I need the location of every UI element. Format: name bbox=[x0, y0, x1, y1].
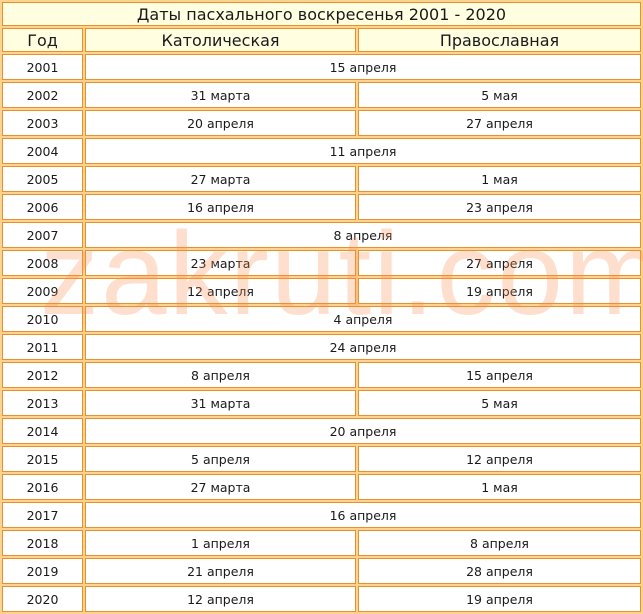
year-cell: 2006 bbox=[2, 194, 83, 220]
orthodox-date-cell: 5 мая bbox=[358, 82, 641, 108]
orthodox-date-cell: 27 апреля bbox=[358, 250, 641, 276]
catholic-date-cell: 20 апреля bbox=[85, 110, 356, 136]
orthodox-date-cell: 15 апреля bbox=[358, 362, 641, 388]
common-date-cell: 20 апреля bbox=[85, 418, 641, 444]
catholic-date-cell: 23 марта bbox=[85, 250, 356, 276]
catholic-date-cell: 27 марта bbox=[85, 166, 356, 192]
orthodox-date-cell: 19 апреля bbox=[358, 278, 641, 304]
table-row: 2001 15 апреля bbox=[2, 54, 641, 80]
table-row: 2014 20 апреля bbox=[2, 418, 641, 444]
header-orthodox: Православная bbox=[358, 28, 641, 52]
table-row: 2006 16 апреля 23 апреля bbox=[2, 194, 641, 220]
catholic-date-cell: 12 апреля bbox=[85, 586, 356, 612]
title-row: Даты пасхального воскресенья 2001 - 2020 bbox=[2, 2, 641, 26]
table-title: Даты пасхального воскресенья 2001 - 2020 bbox=[2, 2, 641, 26]
year-cell: 2018 bbox=[2, 530, 83, 556]
orthodox-date-cell: 8 апреля bbox=[358, 530, 641, 556]
catholic-date-cell: 16 апреля bbox=[85, 194, 356, 220]
year-cell: 2012 bbox=[2, 362, 83, 388]
table-row: 2007 8 апреля bbox=[2, 222, 641, 248]
year-cell: 2013 bbox=[2, 390, 83, 416]
catholic-date-cell: 1 апреля bbox=[85, 530, 356, 556]
year-cell: 2002 bbox=[2, 82, 83, 108]
table-row: 2002 31 марта 5 мая bbox=[2, 82, 641, 108]
table-row: 2018 1 апреля 8 апреля bbox=[2, 530, 641, 556]
orthodox-date-cell: 12 апреля bbox=[358, 446, 641, 472]
year-cell: 2001 bbox=[2, 54, 83, 80]
table-row: 2013 31 марта 5 мая bbox=[2, 390, 641, 416]
year-cell: 2009 bbox=[2, 278, 83, 304]
header-year: Год bbox=[2, 28, 83, 52]
table-row: 2003 20 апреля 27 апреля bbox=[2, 110, 641, 136]
year-cell: 2005 bbox=[2, 166, 83, 192]
orthodox-date-cell: 19 апреля bbox=[358, 586, 641, 612]
table-row: 2009 12 апреля 19 апреля bbox=[2, 278, 641, 304]
table-row: 2012 8 апреля 15 апреля bbox=[2, 362, 641, 388]
year-cell: 2004 bbox=[2, 138, 83, 164]
header-row: Год Католическая Православная bbox=[2, 28, 641, 52]
common-date-cell: 4 апреля bbox=[85, 306, 641, 332]
easter-dates-table: Даты пасхального воскресенья 2001 - 2020… bbox=[0, 0, 643, 614]
common-date-cell: 16 апреля bbox=[85, 502, 641, 528]
year-cell: 2011 bbox=[2, 334, 83, 360]
table-row: 2020 12 апреля 19 апреля bbox=[2, 586, 641, 612]
year-cell: 2019 bbox=[2, 558, 83, 584]
table-row: 2019 21 апреля 28 апреля bbox=[2, 558, 641, 584]
table-row: 2005 27 марта 1 мая bbox=[2, 166, 641, 192]
common-date-cell: 11 апреля bbox=[85, 138, 641, 164]
catholic-date-cell: 5 апреля bbox=[85, 446, 356, 472]
orthodox-date-cell: 1 мая bbox=[358, 166, 641, 192]
year-cell: 2017 bbox=[2, 502, 83, 528]
catholic-date-cell: 21 апреля bbox=[85, 558, 356, 584]
orthodox-date-cell: 5 мая bbox=[358, 390, 641, 416]
year-cell: 2007 bbox=[2, 222, 83, 248]
table-row: 2010 4 апреля bbox=[2, 306, 641, 332]
header-catholic: Католическая bbox=[85, 28, 356, 52]
year-cell: 2010 bbox=[2, 306, 83, 332]
common-date-cell: 15 апреля bbox=[85, 54, 641, 80]
table-row: 2015 5 апреля 12 апреля bbox=[2, 446, 641, 472]
orthodox-date-cell: 23 апреля bbox=[358, 194, 641, 220]
table-row: 2008 23 марта 27 апреля bbox=[2, 250, 641, 276]
table-row: 2016 27 марта 1 мая bbox=[2, 474, 641, 500]
orthodox-date-cell: 28 апреля bbox=[358, 558, 641, 584]
catholic-date-cell: 8 апреля bbox=[85, 362, 356, 388]
year-cell: 2016 bbox=[2, 474, 83, 500]
table-row: 2004 11 апреля bbox=[2, 138, 641, 164]
common-date-cell: 24 апреля bbox=[85, 334, 641, 360]
orthodox-date-cell: 1 мая bbox=[358, 474, 641, 500]
table-row: 2017 16 апреля bbox=[2, 502, 641, 528]
catholic-date-cell: 27 марта bbox=[85, 474, 356, 500]
year-cell: 2014 bbox=[2, 418, 83, 444]
table-row: 2011 24 апреля bbox=[2, 334, 641, 360]
year-cell: 2020 bbox=[2, 586, 83, 612]
year-cell: 2008 bbox=[2, 250, 83, 276]
common-date-cell: 8 апреля bbox=[85, 222, 641, 248]
catholic-date-cell: 12 апреля bbox=[85, 278, 356, 304]
year-cell: 2015 bbox=[2, 446, 83, 472]
catholic-date-cell: 31 марта bbox=[85, 390, 356, 416]
year-cell: 2003 bbox=[2, 110, 83, 136]
catholic-date-cell: 31 марта bbox=[85, 82, 356, 108]
orthodox-date-cell: 27 апреля bbox=[358, 110, 641, 136]
